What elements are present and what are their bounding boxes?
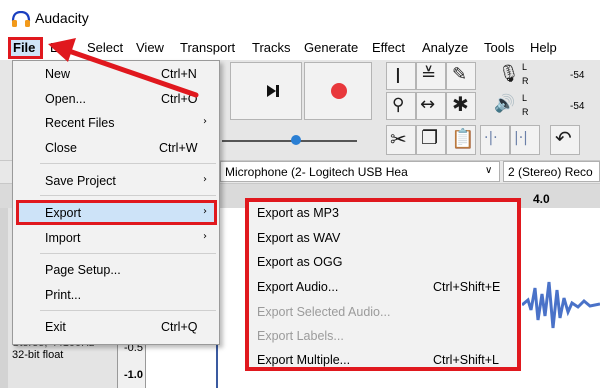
annotation-arrow-icon — [48, 38, 199, 98]
